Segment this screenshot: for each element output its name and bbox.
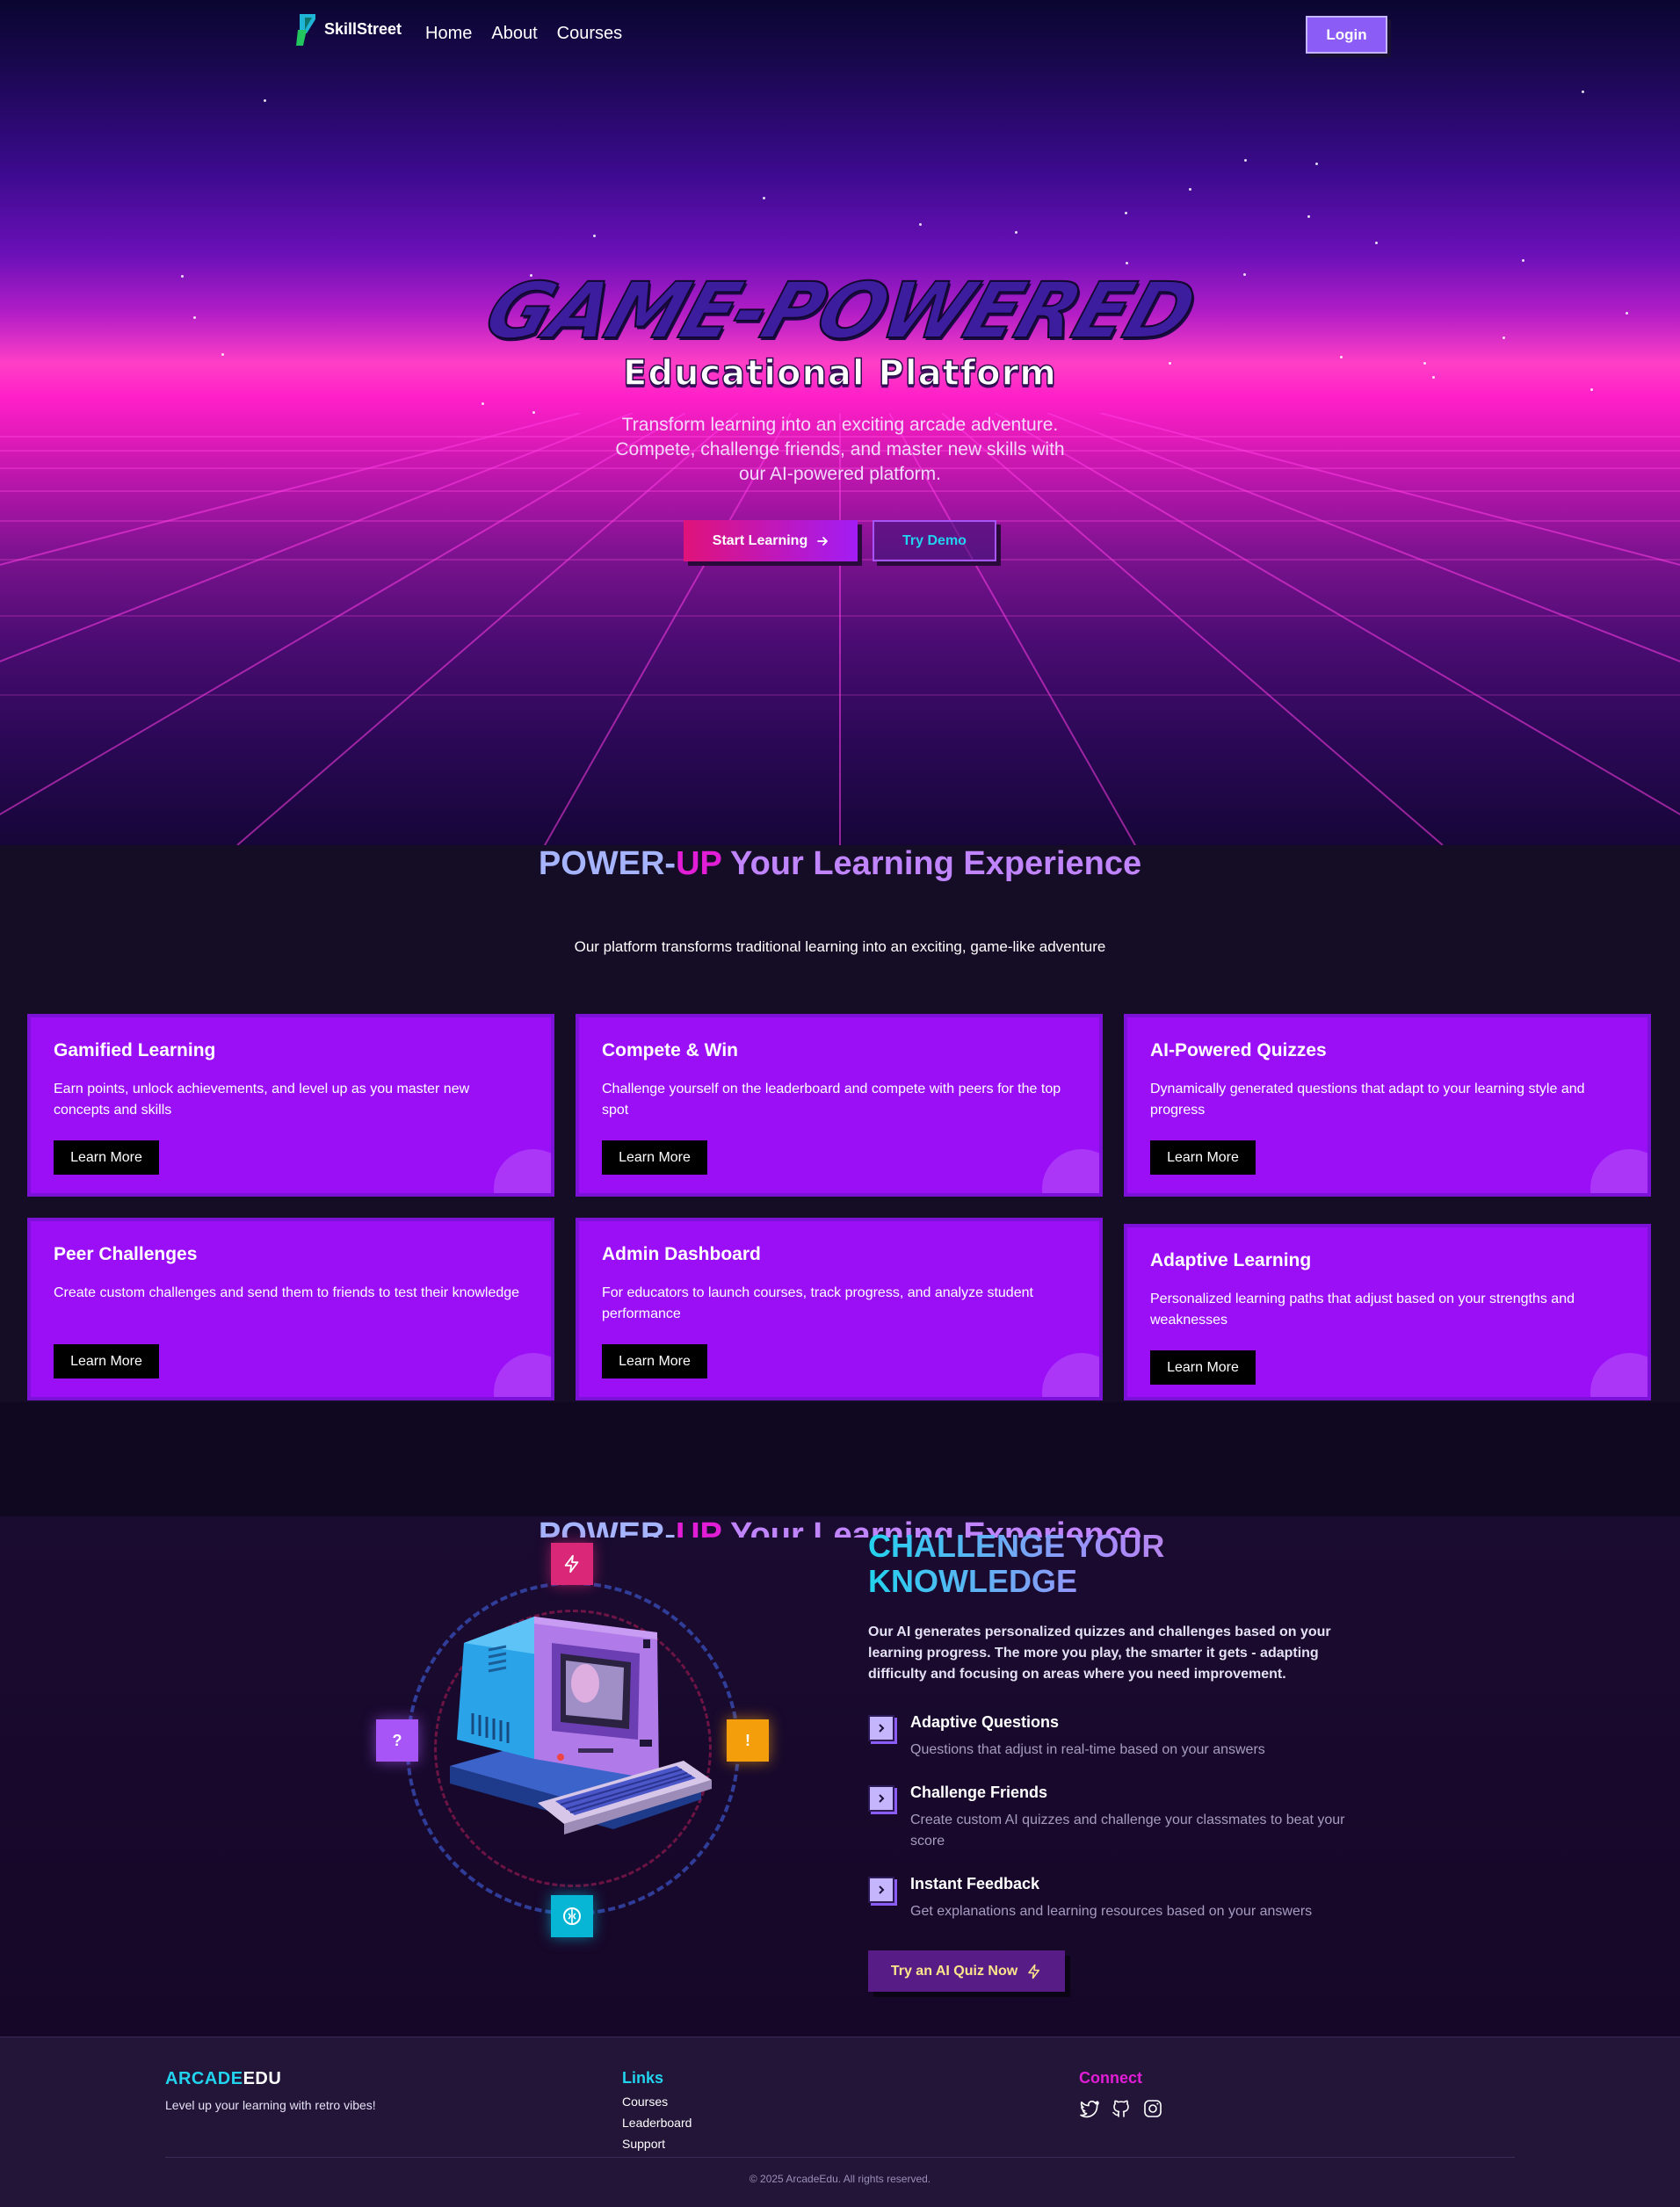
hero-subtitle: Educational Platform xyxy=(622,352,1057,394)
feature-title: Instant Feedback xyxy=(910,1875,1040,1892)
feature-text: Get explanations and learning resources … xyxy=(910,1904,1313,1919)
copyright: © 2025 ArcadeEdu. All rights reserved. xyxy=(749,2173,931,2185)
footer-links-heading: Links xyxy=(622,2069,664,2087)
learn-more-button[interactable]: Learn More xyxy=(54,1140,159,1175)
top-nav: SkillStreet Home About Courses Login xyxy=(0,0,1680,70)
footer-link-support[interactable]: Support xyxy=(622,2137,692,2151)
hero-section: SkillStreet Home About Courses Login GAM… xyxy=(0,0,1680,845)
feature-card-ai-quizzes: AI-Powered Quizzes Dynamically generated… xyxy=(1124,1014,1651,1197)
footer: ARCADEEDU Level up your learning with re… xyxy=(0,2037,1680,2207)
features-title-part-2: UP xyxy=(676,845,722,882)
lightning-badge xyxy=(551,1543,593,1585)
question-badge: ? xyxy=(376,1719,418,1762)
feature-card-peer-challenges: Peer Challenges Create custom challenges… xyxy=(27,1218,554,1400)
card-title: Compete & Win xyxy=(602,1040,738,1060)
ghost-title-part-2: UP xyxy=(676,1516,722,1538)
nav-link-about[interactable]: About xyxy=(491,24,537,44)
nav-links: Home About Courses xyxy=(425,24,622,44)
learn-more-button[interactable]: Learn More xyxy=(1150,1140,1256,1175)
try-ai-quiz-button[interactable]: Try an AI Quiz Now xyxy=(868,1950,1065,1992)
feature-text: Create custom AI quizzes and challenge y… xyxy=(910,1813,1345,1849)
decorative-circle xyxy=(494,1353,551,1397)
features-title: POWER-UP Your Learning Experience xyxy=(0,845,1680,883)
challenge-section: POWER-UP Your Learning Experience xyxy=(0,1516,1680,2037)
challenge-description: Our AI generates personalized quizzes an… xyxy=(868,1624,1331,1682)
retro-computer-illustration xyxy=(450,1617,712,1834)
arrow-right-icon xyxy=(817,536,829,546)
decorative-circle xyxy=(494,1149,551,1193)
card-title: Peer Challenges xyxy=(54,1244,198,1264)
decorative-circle xyxy=(1042,1353,1099,1397)
features-section: POWER-UP Your Learning Experience Our pl… xyxy=(0,845,1680,1402)
footer-brand-column: ARCADEEDU Level up your learning with re… xyxy=(165,2069,376,2112)
card-text: Earn points, unlock achievements, and le… xyxy=(54,1082,470,1118)
footer-brand[interactable]: ARCADEEDU xyxy=(165,2069,376,2089)
chevron-right-icon xyxy=(868,1785,894,1812)
footer-connect-column: Connect xyxy=(1079,2069,1163,2119)
nav-link-courses[interactable]: Courses xyxy=(557,24,622,44)
footer-brand-part-1: ARCADE xyxy=(165,2069,243,2088)
features-title-part-3: Your Learning Experience xyxy=(721,845,1142,882)
learn-more-button[interactable]: Learn More xyxy=(54,1344,159,1378)
footer-links-column: Links Courses Leaderboard Support xyxy=(622,2069,692,2151)
card-title: Adaptive Learning xyxy=(1150,1250,1312,1270)
card-text: Create custom challenges and send them t… xyxy=(54,1285,520,1300)
hero-description: Transform learning into an exciting arca… xyxy=(615,415,1065,484)
footer-tagline: Level up your learning with retro vibes! xyxy=(165,2098,376,2112)
start-learning-label: Start Learning xyxy=(712,532,808,548)
chevron-right-icon xyxy=(868,1715,894,1741)
card-text: Challenge yourself on the leaderboard an… xyxy=(602,1082,1061,1118)
feature-card-gamified: Gamified Learning Earn points, unlock ac… xyxy=(27,1014,554,1197)
learn-more-button[interactable]: Learn More xyxy=(602,1344,707,1378)
feature-card-compete: Compete & Win Challenge yourself on the … xyxy=(576,1014,1103,1197)
features-description: Our platform transforms traditional lear… xyxy=(574,938,1106,955)
github-icon[interactable] xyxy=(1111,2098,1132,2119)
lightning-icon xyxy=(1028,1964,1040,1979)
nav-link-home[interactable]: Home xyxy=(425,24,472,44)
footer-brand-part-2: EDU xyxy=(243,2069,282,2088)
feature-title: Adaptive Questions xyxy=(910,1713,1060,1731)
logo-mark-icon xyxy=(296,14,315,46)
challenge-title: CHALLENGE YOUR KNOWLEDGE xyxy=(868,1529,1360,1599)
twitter-icon[interactable] xyxy=(1079,2098,1100,2119)
decorative-circle xyxy=(1590,1353,1647,1397)
feature-title: Challenge Friends xyxy=(910,1784,1048,1801)
repeated-features-title: POWER-UP Your Learning Experience xyxy=(0,1516,1680,1538)
social-icons xyxy=(1079,2098,1163,2119)
instagram-icon[interactable] xyxy=(1142,2098,1163,2119)
logo-text: SkillStreet xyxy=(324,19,402,38)
decorative-circle xyxy=(1590,1149,1647,1193)
learn-more-button[interactable]: Learn More xyxy=(1150,1350,1256,1385)
hero-title: GAME-POWERED xyxy=(474,264,1206,357)
start-learning-button[interactable]: Start Learning xyxy=(684,520,858,561)
features-title-part-1: POWER- xyxy=(538,845,677,882)
footer-connect-heading: Connect xyxy=(1079,2069,1142,2087)
footer-link-leaderboard[interactable]: Leaderboard xyxy=(622,2116,692,2130)
logo[interactable]: SkillStreet xyxy=(294,11,402,47)
ghost-title-part-1: POWER- xyxy=(538,1516,677,1538)
feature-text: Questions that adjust in real-time based… xyxy=(910,1742,1265,1757)
exclamation-badge: ! xyxy=(727,1719,769,1762)
card-text: For educators to launch courses, track p… xyxy=(602,1285,1033,1321)
card-title: AI-Powered Quizzes xyxy=(1150,1040,1327,1060)
login-button[interactable]: Login xyxy=(1306,16,1387,54)
decorative-circle xyxy=(1042,1149,1099,1193)
learn-more-button[interactable]: Learn More xyxy=(602,1140,707,1175)
card-text: Dynamically generated questions that ada… xyxy=(1150,1082,1585,1118)
chevron-right-icon xyxy=(868,1877,894,1903)
feature-card-admin-dashboard: Admin Dashboard For educators to launch … xyxy=(576,1218,1103,1400)
section-divider xyxy=(0,1402,1680,1516)
card-title: Gamified Learning xyxy=(54,1040,216,1060)
card-title: Admin Dashboard xyxy=(602,1244,761,1264)
footer-link-courses[interactable]: Courses xyxy=(622,2095,692,2109)
brain-icon xyxy=(563,1907,581,1925)
card-text: Personalized learning paths that adjust … xyxy=(1150,1292,1575,1328)
lightning-icon xyxy=(564,1554,579,1574)
footer-divider xyxy=(165,2157,1515,2158)
try-demo-button[interactable]: Try Demo xyxy=(873,520,996,561)
try-ai-quiz-label: Try an AI Quiz Now xyxy=(890,1963,1018,1979)
brain-badge xyxy=(551,1895,593,1937)
feature-card-adaptive-learning: Adaptive Learning Personalized learning … xyxy=(1124,1224,1651,1400)
